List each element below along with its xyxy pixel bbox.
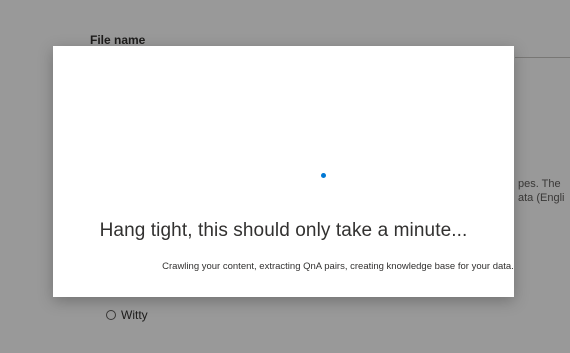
dialog-message: Crawling your content, extracting QnA pa… bbox=[162, 261, 514, 272]
loading-dialog: Hang tight, this should only take a minu… bbox=[53, 46, 514, 297]
app-stage: File name pes. The ata (Engli Witty Hang… bbox=[0, 0, 570, 353]
dialog-title: Hang tight, this should only take a minu… bbox=[99, 220, 468, 241]
loading-spinner-icon bbox=[321, 173, 326, 178]
